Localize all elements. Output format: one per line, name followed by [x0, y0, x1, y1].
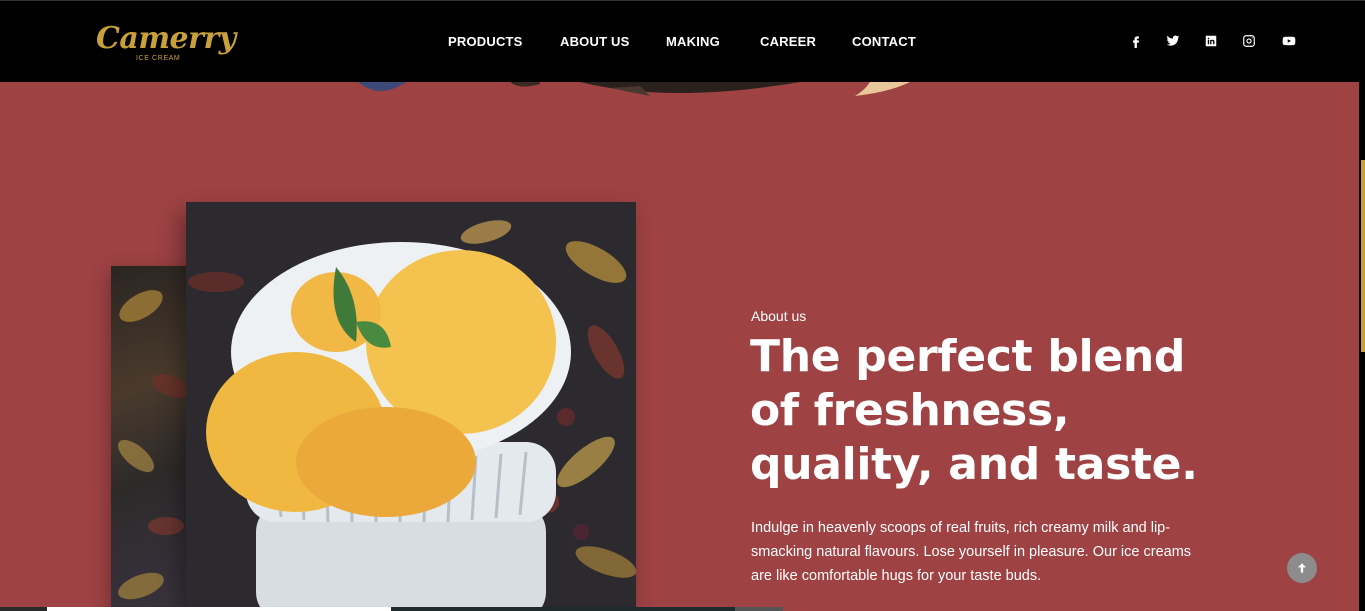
bottom-strip-white: [47, 607, 391, 611]
headline-line-1: The perfect blend: [750, 331, 1186, 382]
bottom-strip-grey: [735, 607, 783, 611]
scroll-to-top-button[interactable]: [1287, 553, 1317, 583]
brand-tagline: ICE CREAM: [136, 55, 181, 62]
decorative-products-strip: [358, 82, 910, 96]
bottom-strip-left: [0, 607, 47, 611]
about-headline: The perfect blend of freshness, quality,…: [750, 330, 1220, 492]
site-header: Camerry ICE CREAM PRODUCTS ABOUT US MAKI…: [0, 0, 1365, 82]
headline-line-3: quality, and taste.: [750, 439, 1198, 490]
nav-item-products[interactable]: PRODUCTS: [448, 34, 523, 49]
page-scrollbar-thumb[interactable]: [1361, 160, 1365, 352]
nav-item-making[interactable]: MAKING: [666, 34, 720, 49]
linkedin-icon[interactable]: [1202, 32, 1220, 50]
arrow-up-icon: [1297, 563, 1307, 573]
youtube-icon[interactable]: [1280, 32, 1298, 50]
facebook-icon[interactable]: [1127, 32, 1145, 50]
instagram-icon[interactable]: [1240, 32, 1258, 50]
nav-item-contact[interactable]: CONTACT: [852, 34, 916, 49]
main-nav: PRODUCTS ABOUT US MAKING CAREER CONTACT: [0, 34, 1365, 50]
about-description: Indulge in heavenly scoops of real fruit…: [751, 520, 1192, 584]
headline-line-2: of freshness,: [750, 385, 1070, 436]
bottom-strip-dark: [391, 607, 735, 611]
section-kicker: About us: [751, 308, 807, 324]
nav-item-about-us[interactable]: ABOUT US: [560, 34, 630, 49]
ice-cream-photo: [186, 202, 636, 611]
twitter-icon[interactable]: [1164, 32, 1182, 50]
nav-item-career[interactable]: CAREER: [760, 34, 816, 49]
